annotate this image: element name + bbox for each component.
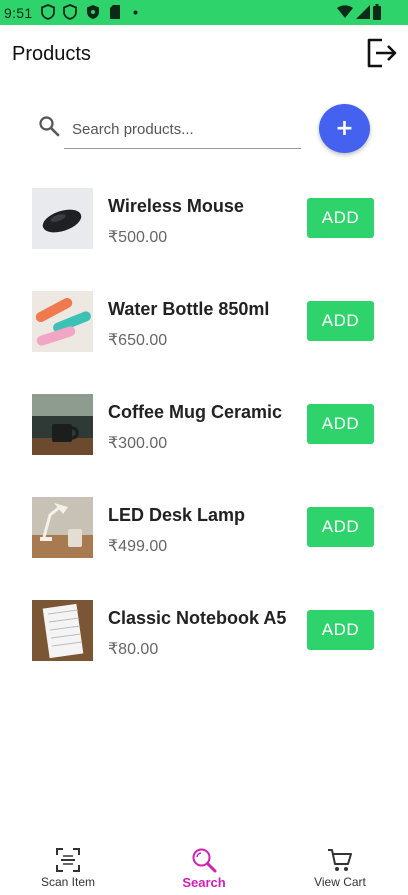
status-time: 9:51	[4, 5, 33, 21]
add-to-cart-button[interactable]: ADD	[307, 507, 374, 547]
cart-icon	[328, 849, 352, 871]
shield-icon	[63, 4, 77, 20]
product-item: Water Bottle 850ml ₹650.00 ADD	[0, 291, 408, 353]
product-price: ₹80.00	[108, 641, 159, 658]
product-item: Wireless Mouse ₹500.00 ADD	[0, 188, 408, 250]
product-item: Classic Notebook A5 ₹80.00 ADD	[0, 600, 408, 662]
app-root: 9:51 Products Search products... + Wirel…	[0, 0, 408, 895]
add-to-cart-button[interactable]: ADD	[307, 610, 374, 650]
product-name: Coffee Mug Ceramic	[108, 402, 283, 422]
nav-label: Scan Item	[40, 875, 96, 889]
product-name: Water Bottle 850ml	[108, 299, 270, 319]
add-product-button[interactable]: +	[319, 104, 370, 153]
nav-view-cart[interactable]: View Cart	[272, 840, 408, 895]
nav-label: Search	[182, 875, 226, 890]
search-icon	[39, 116, 60, 137]
nav-scan-item[interactable]: Scan Item	[0, 840, 136, 895]
wifi-icon	[337, 5, 353, 18]
product-name: Wireless Mouse	[108, 196, 244, 216]
nav-label: View Cart	[314, 875, 366, 889]
battery-icon	[373, 4, 381, 20]
product-image-water-bottle	[32, 291, 93, 352]
shield-icon	[41, 4, 55, 20]
product-name: LED Desk Lamp	[108, 505, 246, 525]
add-to-cart-button[interactable]: ADD	[307, 404, 374, 444]
notification-dot-icon	[133, 10, 138, 15]
product-image-coffee-mug	[32, 394, 93, 455]
product-price: ₹500.00	[108, 229, 168, 246]
shield-icon	[87, 5, 99, 19]
product-price: ₹300.00	[108, 435, 168, 452]
logout-icon[interactable]	[364, 36, 398, 70]
product-image-notebook	[32, 600, 93, 661]
add-to-cart-button[interactable]: ADD	[307, 198, 374, 238]
scan-icon	[56, 848, 80, 872]
bottom-nav: Scan Item Search View Cart	[0, 840, 408, 895]
add-to-cart-button[interactable]: ADD	[307, 301, 374, 341]
search-input[interactable]	[64, 111, 301, 149]
page-title: Products	[12, 43, 91, 65]
nav-search[interactable]: Search	[136, 840, 272, 895]
product-price: ₹499.00	[108, 538, 168, 555]
sim-card-icon	[110, 5, 120, 19]
product-item: Coffee Mug Ceramic ₹300.00 ADD	[0, 394, 408, 456]
product-image-desk-lamp	[32, 497, 93, 558]
product-item: LED Desk Lamp ₹499.00 ADD	[0, 497, 408, 559]
signal-icon	[356, 5, 370, 19]
product-name: Classic Notebook A5	[108, 608, 287, 628]
product-image-wireless-mouse	[32, 188, 93, 249]
product-price: ₹650.00	[108, 332, 168, 349]
search-icon	[192, 848, 217, 873]
status-bar: 9:51	[0, 0, 408, 25]
